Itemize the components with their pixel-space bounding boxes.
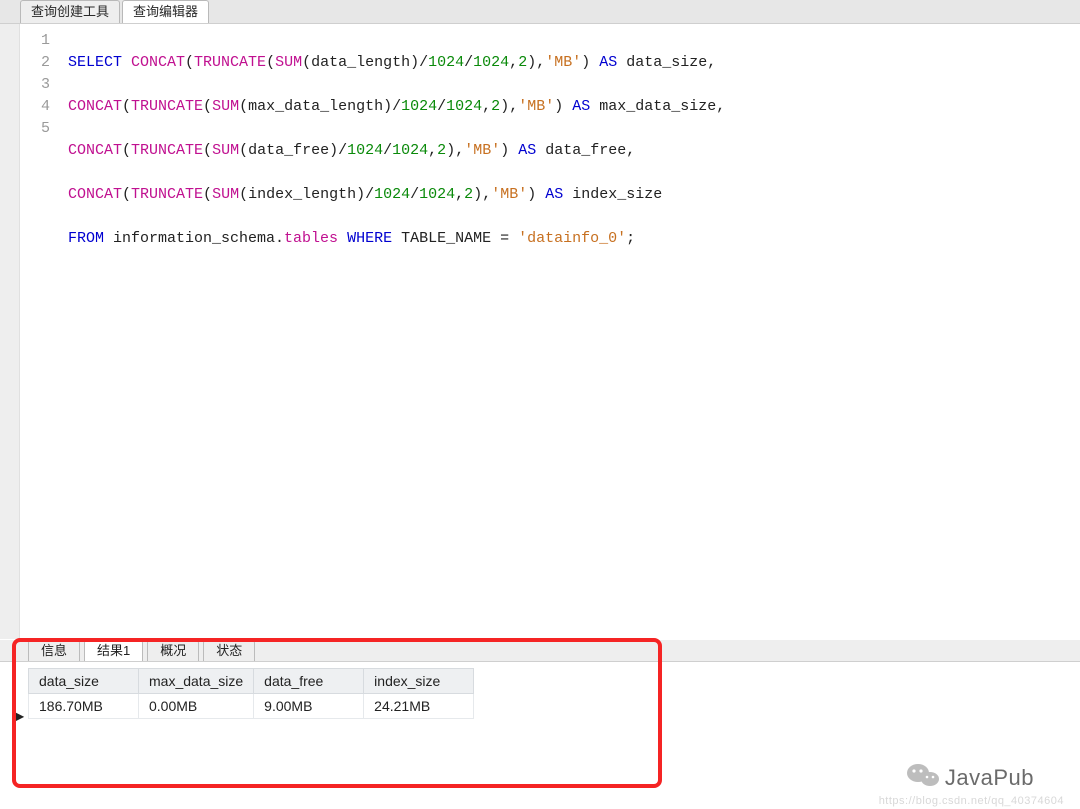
tab-query-builder[interactable]: 查询创建工具 xyxy=(20,0,120,23)
line-gutter: 12345 xyxy=(20,24,60,639)
wechat-icon xyxy=(906,761,940,795)
col-data-size[interactable]: data_size xyxy=(29,669,139,694)
col-max-data-size[interactable]: max_data_size xyxy=(139,669,254,694)
result-tabs: 信息 结果1 概况 状态 xyxy=(0,640,1080,662)
tab-status[interactable]: 状态 xyxy=(203,640,255,661)
cell-max-data-size[interactable]: 0.00MB xyxy=(139,694,254,719)
col-data-free[interactable]: data_free xyxy=(254,669,364,694)
col-index-size[interactable]: index_size xyxy=(364,669,474,694)
watermark-brand: JavaPub xyxy=(945,765,1034,791)
tab-query-editor[interactable]: 查询编辑器 xyxy=(122,0,209,23)
tab-summary[interactable]: 概况 xyxy=(147,640,199,661)
cell-data-free[interactable]: 9.00MB xyxy=(254,694,364,719)
editor-left-rail xyxy=(0,24,20,639)
cell-data-size[interactable]: 186.70MB xyxy=(29,694,139,719)
table-row[interactable]: 186.70MB 0.00MB 9.00MB 24.21MB xyxy=(29,694,474,719)
watermark-url: https://blog.csdn.net/qq_40374604 xyxy=(879,795,1064,807)
tab-result-1[interactable]: 结果1 xyxy=(84,640,143,661)
cell-index-size[interactable]: 24.21MB xyxy=(364,694,474,719)
sql-code[interactable]: SELECT CONCAT(TRUNCATE(SUM(data_length)/… xyxy=(60,24,1080,639)
result-table[interactable]: data_size max_data_size data_free index_… xyxy=(28,668,474,719)
current-row-indicator-icon: ▶ xyxy=(15,709,24,723)
table-header-row: data_size max_data_size data_free index_… xyxy=(29,669,474,694)
tab-info[interactable]: 信息 xyxy=(28,640,80,661)
sql-editor[interactable]: 12345 SELECT CONCAT(TRUNCATE(SUM(data_le… xyxy=(0,24,1080,639)
editor-tabs: 查询创建工具 查询编辑器 xyxy=(0,0,1080,24)
